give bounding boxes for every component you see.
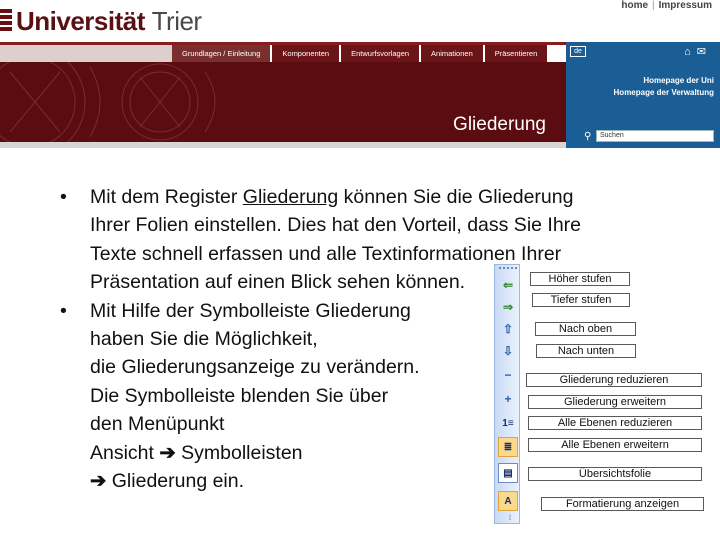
banner-top-strip	[0, 45, 172, 62]
uni-homepage-link[interactable]: Homepage der Uni	[643, 76, 714, 85]
toolbar-grip[interactable]	[499, 267, 517, 270]
admin-homepage-link[interactable]: Homepage der Verwaltung	[614, 88, 714, 97]
collapse-icon[interactable]: −	[498, 365, 518, 385]
header-banner: Gliederung	[0, 62, 566, 142]
contact-icon[interactable]: ✉	[697, 46, 712, 58]
home-link[interactable]: home	[621, 0, 648, 11]
text-fragment: Symbolleisten	[181, 441, 303, 464]
bullet-dot: •	[60, 186, 67, 208]
tab-grundlagen[interactable]: Grundlagen / Einleitung	[172, 45, 273, 62]
text-line: Mit dem Register Gliederung können Sie d…	[90, 183, 660, 211]
label-hoeher-stufen: Höher stufen	[530, 272, 630, 286]
toolbar-options-icon[interactable]: ⁞	[509, 515, 511, 522]
label-nach-unten: Nach unten	[536, 344, 636, 358]
logo-text: Universität Trier	[16, 6, 202, 37]
search-row: ⚲ Suchen	[584, 130, 714, 142]
banner-title: Gliederung	[453, 114, 546, 135]
text-fragment: Gliederung ein.	[111, 470, 245, 493]
gliederung-link[interactable]: Gliederung	[243, 186, 338, 208]
move-down-icon[interactable]: ⇩	[498, 341, 518, 361]
text-fragment: Mit dem Register	[90, 186, 243, 208]
label-uebersichtsfolie: Übersichtsfolie	[528, 467, 702, 481]
logo-primary: Universität	[16, 6, 145, 36]
banner-underline	[0, 142, 566, 148]
label-gliederung-reduzieren: Gliederung reduzieren	[526, 373, 702, 387]
arrow-icon: ➔	[159, 441, 176, 464]
label-alle-ebenen-reduzieren: Alle Ebenen reduzieren	[528, 416, 702, 430]
side-panel: de ⌂✉ Homepage der Uni Homepage der Verw…	[566, 42, 720, 148]
text-line: Ihrer Folien einstellen. Dies hat den Vo…	[90, 214, 582, 237]
panel-icons: ⌂✉	[684, 45, 712, 58]
bullet-dot: •	[60, 299, 67, 322]
language-switch[interactable]: de	[570, 46, 586, 57]
demote-arrow-icon[interactable]: ⇒	[498, 297, 518, 317]
outline-toolbar: ⇐ ⇒ ⇧ ⇩ − + 1≡ ≣ ▤ A ⁞	[494, 264, 520, 524]
move-up-icon[interactable]: ⇧	[498, 319, 518, 339]
link-separator: |	[652, 0, 655, 11]
label-alle-ebenen-erweitern: Alle Ebenen erweitern	[528, 438, 702, 452]
arrow-icon: ➔	[90, 470, 107, 493]
tab-komponenten[interactable]: Komponenten	[272, 45, 342, 62]
site-header: Universität Trier home | Impressum	[0, 0, 720, 42]
university-logo[interactable]: Universität Trier	[0, 6, 202, 37]
search-input[interactable]: Suchen	[596, 130, 714, 142]
university-seal-watermark-icon	[0, 62, 216, 142]
logo-mark-icon	[0, 8, 12, 35]
search-icon[interactable]: ⚲	[584, 131, 596, 142]
label-nach-oben: Nach oben	[535, 322, 636, 336]
text-line: Texte schnell erfassen und alle Textinfo…	[90, 242, 562, 265]
main-navigation: Grundlagen / Einleitung Komponenten Entw…	[172, 45, 550, 62]
label-tiefer-stufen: Tiefer stufen	[532, 293, 630, 307]
sitemap-icon[interactable]: ⌂	[684, 46, 697, 58]
tab-entwurfsvorlagen[interactable]: Entwurfsvorlagen	[341, 45, 422, 62]
label-gliederung-erweitern: Gliederung erweitern	[528, 395, 702, 409]
show-formatting-icon[interactable]: A	[498, 491, 518, 511]
top-links: home | Impressum	[621, 0, 712, 11]
promote-arrow-icon[interactable]: ⇐	[498, 275, 518, 295]
impressum-link[interactable]: Impressum	[659, 0, 712, 11]
tab-praesentieren[interactable]: Präsentieren	[484, 45, 550, 62]
text-fragment: können Sie die Gliederung	[338, 186, 574, 208]
tab-animationen[interactable]: Animationen	[421, 45, 485, 62]
label-formatierung-anzeigen: Formatierung anzeigen	[541, 497, 704, 511]
summary-slide-icon[interactable]: ▤	[498, 463, 518, 483]
expand-icon[interactable]: +	[498, 389, 518, 409]
expand-all-icon[interactable]: ≣	[498, 437, 518, 457]
text-fragment: Ansicht	[90, 441, 154, 464]
logo-secondary: Trier	[151, 6, 202, 36]
collapse-all-icon[interactable]: 1≡	[498, 413, 518, 433]
